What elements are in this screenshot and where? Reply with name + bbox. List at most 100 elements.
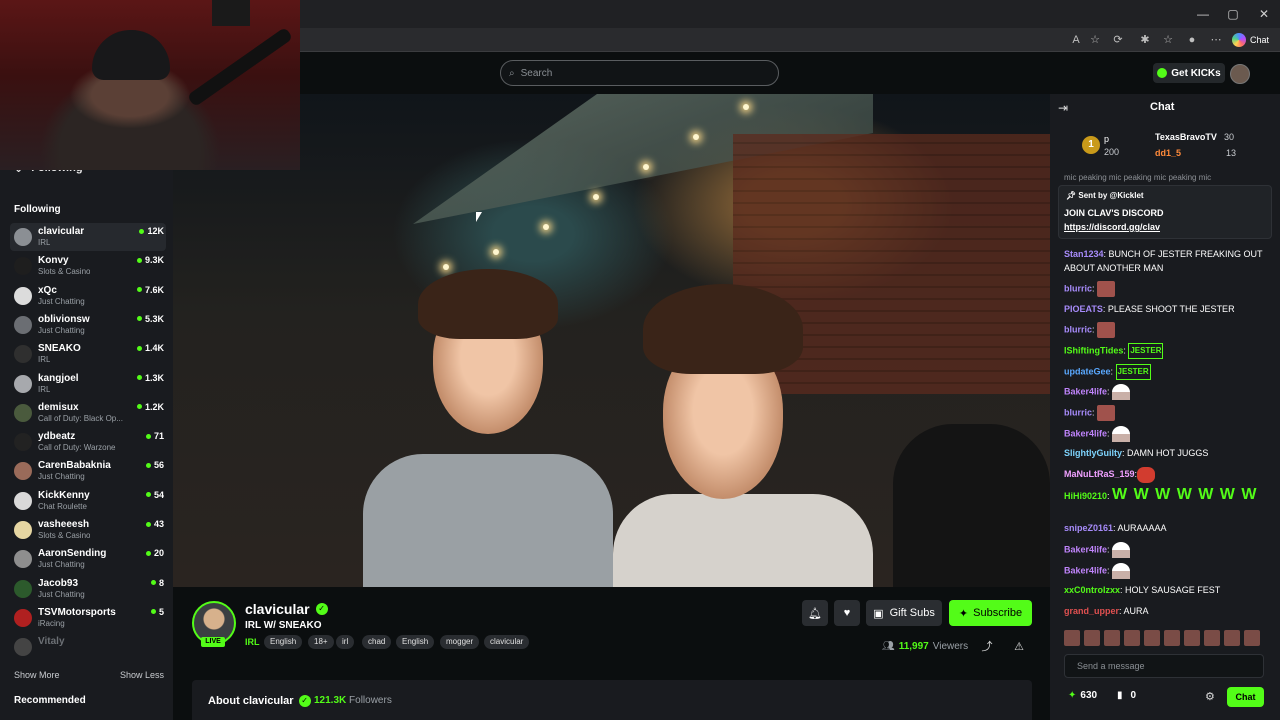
chat-username[interactable]: blurric <box>1064 407 1092 417</box>
chat-settings-gear-icon[interactable]: ⚙ <box>1205 690 1215 703</box>
pin-icon: 📌︎ <box>1066 191 1077 200</box>
sidebar-channel-vitaly[interactable]: Vitaly <box>10 633 166 661</box>
chat-username[interactable]: SlightlyGuilty <box>1064 448 1122 458</box>
quick-emote[interactable] <box>1244 630 1260 646</box>
maximize-button[interactable]: ▢ <box>1225 6 1241 22</box>
quick-emote[interactable] <box>1164 630 1180 646</box>
sidebar-channel-aaronsending[interactable]: AaronSending Just Chatting 20 <box>10 545 166 573</box>
chat-username[interactable]: grand_upper <box>1064 606 1119 616</box>
chat-username[interactable]: xxC0ntrolzxx <box>1064 585 1120 595</box>
chat-emote <box>1112 384 1131 400</box>
sidebar-channel-kangjoel[interactable]: kangjoel IRL 1.3K <box>10 370 166 398</box>
channel-category: IRL <box>38 384 51 394</box>
sidebar-channel-carenbabaknia[interactable]: CarenBabaknia Just Chatting 56 <box>10 457 166 485</box>
quick-emote[interactable] <box>1104 630 1120 646</box>
chat-message: blurric: <box>1064 322 1264 338</box>
extensions-icon[interactable]: ⟳ <box>1110 32 1126 48</box>
sidebar-channel-kickkenny[interactable]: KickKenny Chat Roulette 54 <box>10 487 166 515</box>
channel-name: AaronSending <box>38 548 107 560</box>
profile-icon[interactable]: ● <box>1184 32 1200 48</box>
chat-username[interactable]: IShiftingTides <box>1064 345 1123 355</box>
sidebar-channel-jacob93[interactable]: Jacob93 Just Chatting 8 <box>10 575 166 603</box>
chat-username[interactable]: Baker4life <box>1064 428 1107 438</box>
subscribe-button[interactable]: ✦ Subscribe <box>949 600 1032 626</box>
sidebar-channel-tsvmotorsports[interactable]: TSVMotorsports iRacing 5 <box>10 604 166 632</box>
channel-avatar <box>14 374 32 393</box>
sidebar-channel-demisux[interactable]: demisux Call of Duty: Black Op... 1.2K <box>10 399 166 427</box>
copilot-chat-button[interactable]: Chat <box>1232 31 1269 49</box>
stream-tag[interactable]: clavicular <box>484 635 530 649</box>
minimize-button[interactable]: — <box>1195 6 1211 22</box>
gift-subs-button[interactable]: ▣ Gift Subs <box>866 600 942 626</box>
leaderboard-third-user[interactable]: dd1_5 <box>1155 148 1181 158</box>
chat-username[interactable]: blurric <box>1064 283 1092 293</box>
quick-emote[interactable] <box>1224 630 1240 646</box>
collections-icon[interactable]: ☆ <box>1160 32 1176 48</box>
show-more-button[interactable]: Show More <box>14 670 60 680</box>
quick-emote[interactable] <box>1204 630 1220 646</box>
channel-viewer-count: 20 <box>146 548 164 558</box>
chat-username[interactable]: Baker4life <box>1064 386 1107 396</box>
quick-emote[interactable] <box>1144 630 1160 646</box>
notification-bell-button[interactable]: 🔔︎ <box>802 600 828 626</box>
stream-tag[interactable]: irl <box>336 635 355 649</box>
collapse-chat-icon[interactable]: ⇥ <box>1058 101 1068 115</box>
puzzle-icon[interactable]: ✱ <box>1137 32 1153 48</box>
quick-emote[interactable] <box>1124 630 1140 646</box>
channel-points[interactable]: ✦ 630 <box>1068 690 1097 701</box>
streamer-name[interactable]: clavicular <box>245 601 310 617</box>
channel-viewer-count: 5.3K <box>137 314 164 324</box>
leaderboard-second-user[interactable]: TexasBravoTV <box>1155 132 1217 142</box>
chat-username[interactable]: Baker4life <box>1064 544 1107 554</box>
read-aloud-icon[interactable]: A <box>1068 32 1084 48</box>
leaderboard-first-user[interactable]: p <box>1104 134 1109 144</box>
sidebar-channel-xqc[interactable]: xQc Just Chatting 7.6K <box>10 282 166 310</box>
chat-username[interactable]: Baker4life <box>1064 565 1107 575</box>
stream-tag[interactable]: English <box>396 635 435 649</box>
chat-username[interactable]: updateGee <box>1064 366 1111 376</box>
chat-message-input[interactable]: Send a message <box>1064 654 1264 678</box>
string-light <box>443 264 449 270</box>
chat-username[interactable]: snipeZ0161 <box>1064 523 1113 533</box>
sidebar-channel-ydbeatz[interactable]: ydbeatz Call of Duty: Warzone 71 <box>10 428 166 456</box>
stream-tag[interactable]: English <box>264 635 303 649</box>
verified-icon: ✓ <box>315 603 328 615</box>
sidebar-channel-oblivionsw[interactable]: oblivionsw Just Chatting 5.3K <box>10 311 166 339</box>
chat-username[interactable]: Stan1234 <box>1064 249 1104 259</box>
quick-emote[interactable] <box>1084 630 1100 646</box>
stream-category-link[interactable]: IRL <box>245 637 260 647</box>
stream-tag[interactable]: mogger <box>440 635 480 649</box>
chat-emote <box>1137 467 1156 483</box>
chat-username[interactable]: PIOEATS <box>1064 304 1103 314</box>
video-player[interactable] <box>173 94 1050 587</box>
chat-username[interactable]: MaNuLtRaS_159 <box>1064 469 1135 479</box>
stream-tag[interactable]: 18+ <box>308 635 334 649</box>
channel-avatar <box>14 491 32 510</box>
send-chat-button[interactable]: Chat <box>1227 687 1264 707</box>
stream-tag[interactable]: chad <box>362 635 392 649</box>
sidebar-channel-vasheeesh[interactable]: vasheeesh Slots & Casino 43 <box>10 516 166 544</box>
chat-username[interactable]: HiHi90210 <box>1064 491 1107 501</box>
share-icon[interactable]: ⤴ <box>980 640 994 654</box>
sidebar-channel-sneako[interactable]: SNEAKO IRL 1.4K <box>10 340 166 368</box>
get-kicks-button[interactable]: Get KICKs <box>1153 63 1225 83</box>
kicks-icon <box>1157 68 1168 78</box>
favorite-icon[interactable]: ☆ <box>1087 32 1103 48</box>
close-window-button[interactable]: ✕ <box>1256 6 1272 22</box>
chat-username[interactable]: blurric <box>1064 324 1092 334</box>
chat-message: HiHi90210: W W W W W W W <box>1064 486 1258 503</box>
pinned-message-link[interactable]: https://discord.gg/clav <box>1064 222 1160 232</box>
user-avatar[interactable] <box>1230 64 1250 84</box>
quick-emote[interactable] <box>1064 630 1080 646</box>
show-less-button[interactable]: Show Less <box>120 670 164 680</box>
sidebar-channel-clavicular[interactable]: clavicular IRL 12K <box>10 223 166 251</box>
report-icon[interactable]: ⚠ <box>1012 640 1026 654</box>
quick-emote[interactable] <box>1184 630 1200 646</box>
sidebar-channel-konvy[interactable]: Konvy Slots & Casino 9.3K <box>10 252 166 280</box>
channel-viewer-count: 54 <box>146 490 164 500</box>
more-options-icon[interactable]: ⋯ <box>1208 32 1224 48</box>
search-icon: ⌕ <box>509 67 515 79</box>
follow-button[interactable]: ♥ <box>834 600 860 626</box>
viewer-count-label: Viewers <box>932 641 969 652</box>
search-input[interactable]: ⌕ Search <box>500 60 779 86</box>
